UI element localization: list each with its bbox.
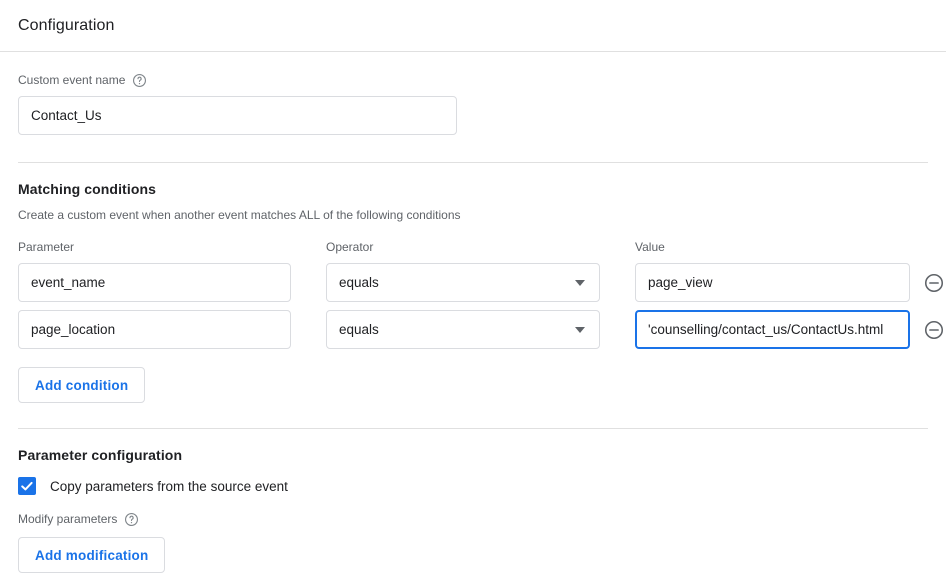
matching-conditions-description: Create a custom event when another event… xyxy=(18,208,461,222)
condition-parameter-value: event_name xyxy=(31,275,106,290)
condition-operator-select[interactable]: equals xyxy=(326,310,600,349)
custom-event-name-value: Contact_Us xyxy=(31,108,102,123)
chevron-down-icon xyxy=(575,326,585,333)
condition-operator-select[interactable]: equals xyxy=(326,263,600,302)
column-header-value: Value xyxy=(635,240,665,254)
copy-parameters-row: Copy parameters from the source event xyxy=(18,477,928,495)
help-circle-icon[interactable] xyxy=(124,512,139,527)
condition-row: page_location equals 'counselling/contac… xyxy=(18,310,944,349)
condition-operator-value: equals xyxy=(339,322,379,337)
custom-event-name-label-text: Custom event name xyxy=(18,73,126,87)
custom-event-name-section: Custom event name Contact_Us xyxy=(0,52,946,135)
modify-parameters-label-text: Modify parameters xyxy=(18,512,118,526)
matching-conditions-section: Matching conditions Create a custom even… xyxy=(0,163,946,403)
column-header-parameter: Parameter xyxy=(18,240,75,254)
condition-value-value: 'counselling/contact_us/ContactUs.html xyxy=(648,322,884,337)
condition-operator-value: equals xyxy=(339,275,379,290)
help-circle-icon[interactable] xyxy=(132,73,147,88)
condition-value-input[interactable]: page_view xyxy=(635,263,910,302)
copy-parameters-checkbox[interactable] xyxy=(18,477,36,495)
condition-parameter-value: page_location xyxy=(31,322,116,337)
remove-condition-button[interactable] xyxy=(923,272,945,294)
remove-condition-button[interactable] xyxy=(923,319,945,341)
parameter-configuration-section: Parameter configuration Copy parameters … xyxy=(0,429,946,573)
parameter-configuration-title: Parameter configuration xyxy=(18,447,183,463)
modify-parameters-label: Modify parameters xyxy=(18,511,928,527)
panel-header: Configuration xyxy=(0,0,946,52)
copy-parameters-label: Copy parameters from the source event xyxy=(50,478,288,494)
add-condition-button[interactable]: Add condition xyxy=(18,367,146,403)
conditions-column-headers: Parameter Operator Value xyxy=(18,239,928,255)
custom-event-name-input[interactable]: Contact_Us xyxy=(18,96,457,135)
condition-parameter-input[interactable]: event_name xyxy=(18,263,291,302)
condition-value-input[interactable]: 'counselling/contact_us/ContactUs.html xyxy=(635,310,910,349)
chevron-down-icon xyxy=(575,279,585,286)
matching-conditions-title: Matching conditions xyxy=(18,181,157,197)
condition-parameter-input[interactable]: page_location xyxy=(18,310,291,349)
page-title: Configuration xyxy=(18,16,115,34)
add-modification-button[interactable]: Add modification xyxy=(18,537,166,573)
custom-event-name-label: Custom event name xyxy=(18,72,928,88)
column-header-operator: Operator xyxy=(326,240,374,254)
condition-value-value: page_view xyxy=(648,275,713,290)
condition-row: event_name equals page_view xyxy=(18,263,944,302)
